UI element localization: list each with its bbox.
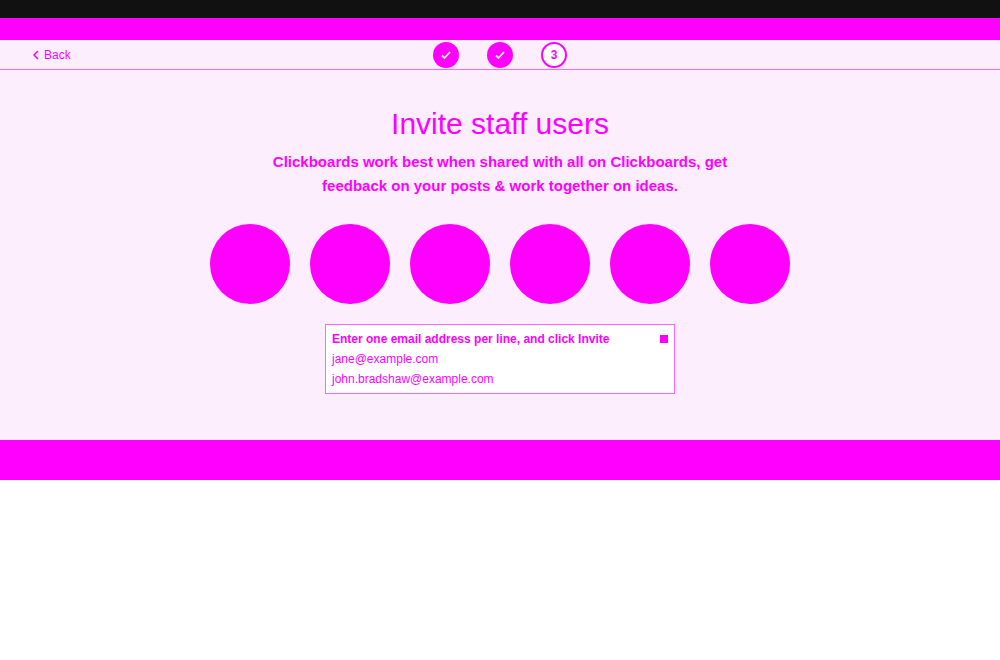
avatar (410, 224, 490, 304)
content: Back 3 Invite staff users Clickboards work … (0, 40, 1000, 440)
email-line: jane@example.com (332, 349, 668, 369)
avatar (510, 224, 590, 304)
title: Invite staff users (0, 106, 1000, 142)
avatar (310, 224, 390, 304)
header-row: Back 3 (0, 40, 1000, 70)
email-hint: Enter one email address per line, and cl… (332, 329, 668, 349)
email-field[interactable]: Enter one email address per line, and cl… (325, 324, 675, 394)
banner (0, 18, 1000, 40)
help-icon[interactable] (660, 335, 668, 343)
check-icon (440, 49, 452, 61)
step (487, 42, 513, 68)
subtitle: Clickboards work best when shared with a… (0, 150, 1000, 198)
avatar (710, 224, 790, 304)
stepper: 3 (433, 42, 567, 68)
top-bar (0, 0, 1000, 18)
step (433, 42, 459, 68)
avatar (210, 224, 290, 304)
avatar (610, 224, 690, 304)
email-line: john.bradshaw@example.com (332, 369, 668, 389)
chevron-left-icon (32, 50, 40, 60)
back-button[interactable]: Back (32, 46, 71, 64)
footer-bar (0, 440, 1000, 480)
page: Back 3 Invite staff users Clickboards work … (0, 0, 1000, 660)
avatar-row (0, 224, 1000, 304)
step: 3 (541, 42, 567, 68)
check-icon (494, 49, 506, 61)
